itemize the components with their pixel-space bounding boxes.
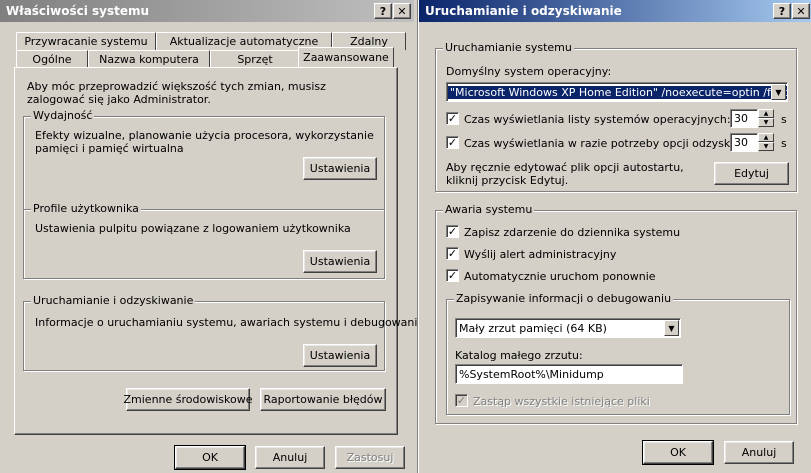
help-icon[interactable]: ?	[374, 3, 392, 19]
dump-type-select[interactable]: Mały zrzut pamięci (64 KB) ▼	[455, 318, 681, 338]
system-failure-label: Awaria systemu	[443, 203, 535, 216]
startup-recovery-group: Uruchamianie i odzyskiwanie Informacje o…	[23, 294, 424, 371]
system-failure-group: Awaria systemu ✓ Zapisz zdarzenie do dzi…	[435, 203, 797, 424]
user-profiles-settings-button[interactable]: Ustawienia	[303, 250, 377, 273]
os-list-timeout-spinner[interactable]: ▲ ▼	[758, 109, 774, 127]
dump-dir-label: Katalog małego zrzutu:	[455, 349, 583, 362]
user-profiles-label: Profile użytkownika	[31, 202, 141, 215]
spin-down-icon[interactable]: ▼	[758, 142, 774, 151]
os-list-timeout-input[interactable]: 30	[730, 109, 758, 128]
system-properties-window: Właściwości systemu ? ✕ Przywracanie sys…	[0, 0, 424, 473]
overwrite-files-checkbox: ✓	[455, 394, 468, 407]
recovery-timeout-spinner[interactable]: ▲ ▼	[758, 133, 774, 151]
chevron-down-icon[interactable]: ▼	[771, 84, 786, 100]
close-icon[interactable]: ✕	[792, 3, 810, 19]
window-title: Właściwości systemu	[6, 4, 150, 18]
send-alert-checkbox[interactable]: ✓	[446, 247, 459, 260]
startup-recovery-titlebar[interactable]: Uruchamianie i odzyskiwanie ? ✕	[419, 0, 811, 22]
write-event-label: Zapisz zdarzenie do dziennika systemu	[464, 226, 681, 239]
edit-hint: Aby ręcznie edytować plik opcji autostar…	[446, 161, 684, 187]
tab-computer-name[interactable]: Nazwa komputera	[88, 50, 210, 68]
edit-button[interactable]: Edytuj	[714, 162, 789, 185]
chevron-down-icon[interactable]: ▼	[664, 320, 679, 336]
performance-settings-button[interactable]: Ustawienia	[303, 157, 377, 180]
write-event-checkbox[interactable]: ✓	[446, 225, 459, 238]
show-os-list-label: Czas wyświetlania listy systemów operacy…	[464, 113, 731, 126]
dump-dir-input[interactable]: %SystemRoot%\Minidump	[455, 364, 683, 384]
debug-info-label: Zapisywanie informacji o debugowaniu	[454, 292, 674, 305]
startup-recovery-desc: Informacje o uruchamianiu systemu, awari…	[35, 316, 425, 329]
tab-advanced[interactable]: Zaawansowane	[298, 47, 394, 67]
advanced-tab-panel: Aby móc przeprowadzić większość tych zmi…	[14, 67, 424, 435]
close-icon[interactable]: ✕	[393, 3, 411, 19]
cancel-button[interactable]: Anuluj	[724, 441, 794, 464]
error-reporting-button[interactable]: Raportowanie błędów	[260, 388, 386, 411]
spin-down-icon[interactable]: ▼	[758, 118, 774, 127]
spin-up-icon[interactable]: ▲	[758, 109, 774, 118]
startup-recovery-label: Uruchamianie i odzyskiwanie	[31, 294, 196, 307]
window-title: Uruchamianie i odzyskiwanie	[425, 4, 622, 18]
default-os-label: Domyślny system operacyjny:	[446, 65, 612, 78]
dump-type-value: Mały zrzut pamięci (64 KB)	[459, 321, 607, 335]
tab-system-restore[interactable]: Przywracanie systemu	[16, 32, 156, 50]
show-recovery-label: Czas wyświetlania w razie potrzeby opcji…	[464, 137, 766, 150]
performance-group: Wydajność Efekty wizualne, planowanie uż…	[23, 109, 385, 210]
send-alert-label: Wyślij alert administracyjny	[464, 248, 617, 261]
help-icon[interactable]: ?	[773, 3, 791, 19]
startup-recovery-window: Uruchamianie i odzyskiwanie ? ✕ Uruchami…	[418, 0, 811, 473]
default-os-select[interactable]: "Microsoft Windows XP Home Edition" /noe…	[446, 82, 788, 102]
ok-button[interactable]: OK	[642, 440, 714, 465]
debug-info-group: Zapisywanie informacji o debugowaniu Mał…	[446, 292, 790, 415]
system-properties-titlebar[interactable]: Właściwości systemu ? ✕	[0, 0, 414, 22]
apply-button: Zastosuj	[335, 446, 405, 469]
performance-label: Wydajność	[31, 109, 95, 122]
spin-up-icon[interactable]: ▲	[758, 133, 774, 142]
tab-general[interactable]: Ogólne	[16, 50, 88, 68]
performance-desc: Efekty wizualne, planowanie użycia proce…	[35, 129, 374, 155]
ok-button[interactable]: OK	[174, 445, 246, 470]
environment-variables-button[interactable]: Zmienne środowiskowe	[124, 388, 253, 411]
show-recovery-checkbox[interactable]: ✓	[446, 136, 459, 149]
seconds-unit: s	[781, 137, 787, 150]
auto-restart-checkbox[interactable]: ✓	[446, 269, 459, 282]
tab-hardware[interactable]: Sprzęt	[210, 50, 300, 68]
startup-recovery-settings-button[interactable]: Ustawienia	[303, 344, 377, 367]
system-startup-group: Uruchamianie systemu Domyślny system ope…	[435, 41, 797, 192]
default-os-value: "Microsoft Windows XP Home Edition" /noe…	[448, 85, 787, 99]
user-profiles-group: Profile użytkownika Ustawienia pulpitu p…	[23, 202, 385, 279]
auto-restart-label: Automatycznie uruchom ponownie	[464, 270, 656, 283]
system-startup-label: Uruchamianie systemu	[443, 41, 574, 54]
show-os-list-checkbox[interactable]: ✓	[446, 112, 459, 125]
cancel-button[interactable]: Anuluj	[255, 446, 325, 469]
user-profiles-desc: Ustawienia pulpitu powiązane z logowanie…	[35, 222, 351, 235]
recovery-timeout-input[interactable]: 30	[730, 133, 758, 152]
seconds-unit: s	[781, 113, 787, 126]
overwrite-files-label: Zastąp wszystkie istniejące pliki	[473, 395, 650, 408]
admin-notice: Aby móc przeprowadzić większość tych zmi…	[27, 80, 326, 106]
